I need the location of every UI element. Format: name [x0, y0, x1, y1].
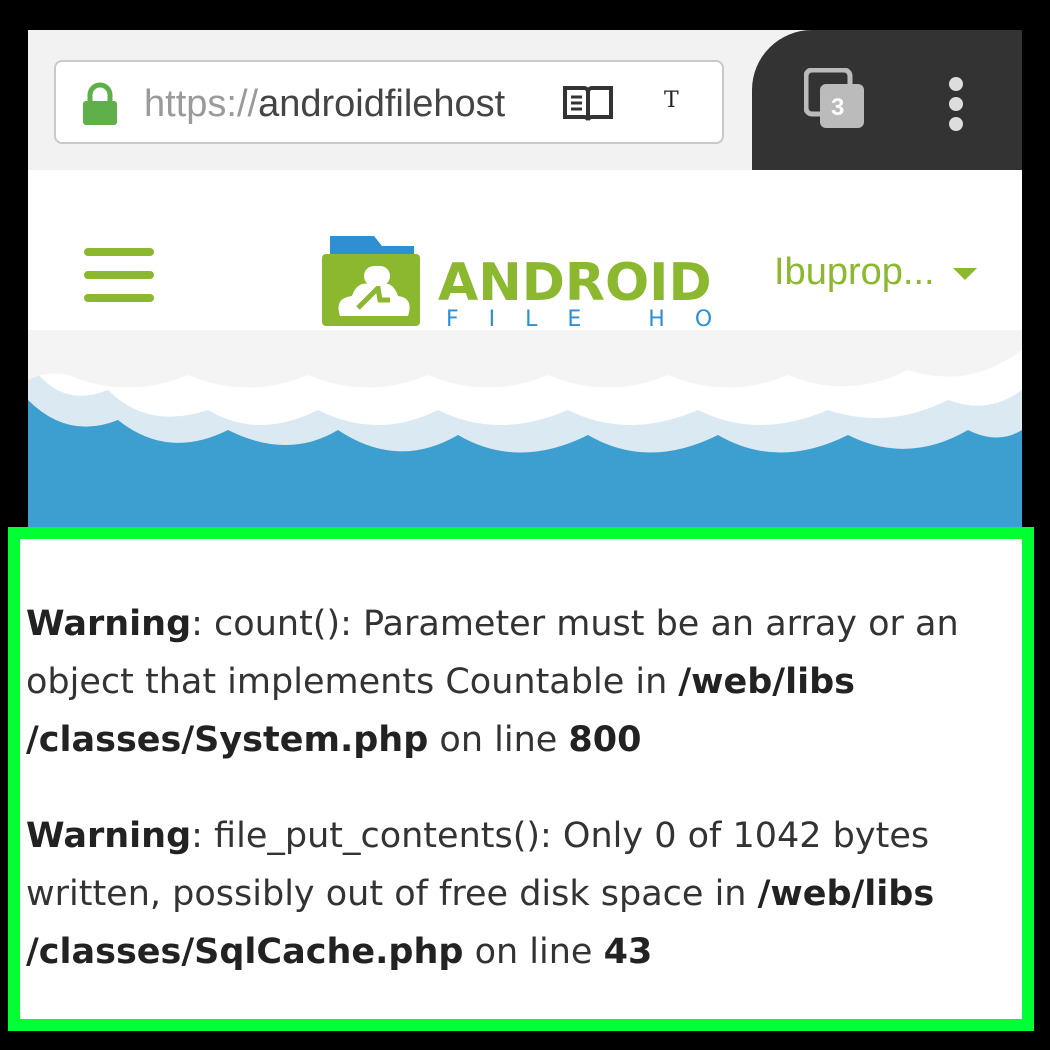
- url-text[interactable]: https://androidfilehost: [144, 80, 544, 128]
- url-scheme: https://: [144, 83, 259, 125]
- address-bar[interactable]: https://androidfilehost T: [54, 60, 724, 144]
- warning-on-line: on line: [428, 720, 569, 760]
- toolbar-dark-area: [752, 30, 1022, 170]
- warning-line-number: 43: [603, 932, 653, 972]
- user-menu-label: Ibuprop...: [774, 251, 935, 293]
- warning-on-line: on line: [463, 932, 604, 972]
- caret-down-icon: [952, 267, 977, 280]
- hamburger-menu-icon[interactable]: [84, 248, 154, 304]
- android-file-host-logo[interactable]: ANDROID FILE HOST: [318, 226, 738, 336]
- lock-icon: [83, 82, 117, 125]
- warning-label: Warning: [26, 604, 192, 644]
- overflow-menu-icon[interactable]: [946, 76, 966, 132]
- logo-sub-text: FILE HOST: [446, 307, 738, 332]
- url-host: androidfilehost: [258, 83, 506, 125]
- browser-toolbar: https://androidfilehost T 3: [28, 30, 1022, 170]
- site-header: ANDROID FILE HOST Ibuprop...: [28, 170, 1022, 530]
- logo-main-text: ANDROID: [438, 253, 712, 313]
- warning-label: Warning: [26, 816, 192, 856]
- tab-count: 3: [831, 94, 845, 121]
- warning-message: Warning: file_put_contents(): Only 0 of …: [26, 807, 1022, 981]
- text-cursor-glyph: T: [664, 88, 679, 113]
- warning-panel: Warning: count(): Parameter must be an a…: [8, 527, 1034, 1031]
- warning-line-number: 800: [568, 720, 642, 760]
- user-menu[interactable]: Ibuprop...: [774, 250, 977, 294]
- cloud-banner: [28, 330, 1022, 530]
- reader-mode-icon[interactable]: [562, 84, 614, 124]
- warning-message: Warning: count(): Parameter must be an a…: [26, 595, 1022, 769]
